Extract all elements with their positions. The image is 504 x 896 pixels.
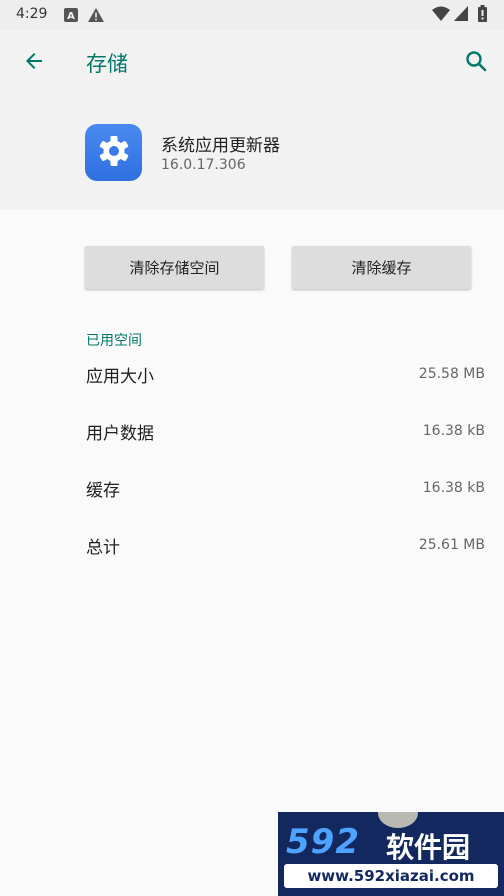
watermark-text: 软件园	[386, 831, 471, 864]
app-icon	[85, 124, 142, 181]
watermark-number: 592	[286, 822, 360, 862]
status-bar: 4:29 A	[0, 0, 504, 30]
row-label: 应用大小	[86, 366, 154, 387]
signal-icon	[454, 6, 468, 25]
battery-icon	[478, 5, 487, 26]
clear-cache-button[interactable]: 清除缓存	[292, 246, 471, 289]
warning-icon	[88, 7, 104, 26]
wifi-icon	[432, 6, 450, 25]
storage-row-app-size: 应用大小 25.58 MB	[86, 359, 485, 389]
status-time: 4:29	[16, 6, 48, 22]
back-button[interactable]	[16, 48, 52, 78]
row-value: 25.61 MB	[418, 537, 485, 553]
storage-row-cache: 缓存 16.38 kB	[86, 473, 485, 503]
app-name: 系统应用更新器	[161, 136, 280, 156]
row-value: 25.58 MB	[418, 366, 485, 382]
app-version: 16.0.17.306	[161, 157, 246, 173]
search-icon	[464, 49, 488, 77]
search-button[interactable]	[458, 46, 494, 80]
watermark-url: www.592xiazai.com	[284, 864, 498, 888]
row-label: 缓存	[86, 480, 120, 501]
a-notification-icon: A	[64, 7, 78, 26]
storage-row-user-data: 用户数据 16.38 kB	[86, 416, 485, 446]
storage-row-total: 总计 25.61 MB	[86, 530, 485, 560]
gear-icon	[96, 133, 132, 173]
row-label: 总计	[86, 537, 120, 558]
svg-text:A: A	[67, 11, 75, 22]
app-bar: 存储 系统应用更新器 16.0.17.306	[0, 30, 504, 210]
page-title: 存储	[86, 52, 128, 76]
row-value: 16.38 kB	[422, 423, 485, 439]
row-label: 用户数据	[86, 423, 154, 444]
arrow-left-icon	[22, 49, 46, 77]
row-value: 16.38 kB	[422, 480, 485, 496]
clear-storage-button[interactable]: 清除存储空间	[85, 246, 264, 289]
watermark-logo: 592 软件园 www.592xiazai.com	[278, 812, 504, 896]
section-header-used-space: 已用空间	[86, 333, 142, 349]
